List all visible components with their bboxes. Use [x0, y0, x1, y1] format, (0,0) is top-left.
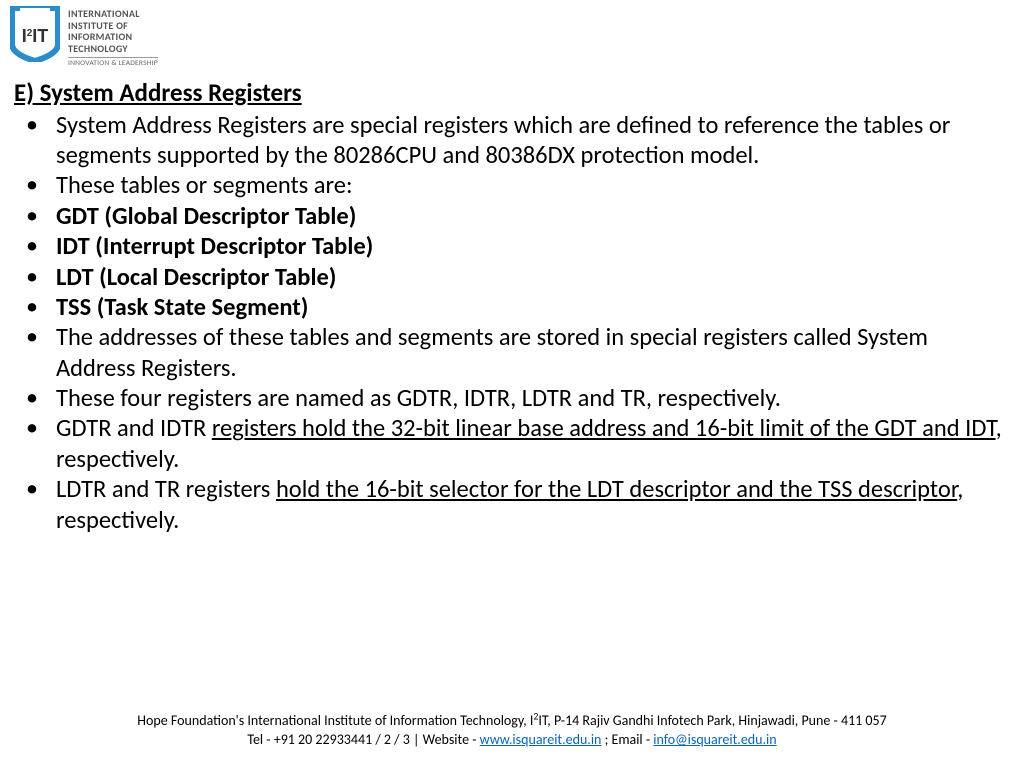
bullet-item: These tables or segments are: — [14, 170, 1010, 200]
bullet-item: The addresses of these tables and segmen… — [14, 322, 1010, 383]
logo-text: INTERNATIONAL INSTITUTE OF INFORMATION T… — [68, 6, 158, 69]
section-heading: E) System Address Registers — [14, 77, 1010, 108]
email-link[interactable]: info@isquareit.edu.in — [653, 731, 776, 748]
website-link[interactable]: www.isquareit.edu.in — [480, 731, 602, 748]
logo-line4: TECHNOLOGY — [68, 43, 158, 55]
logo-line1: INTERNATIONAL — [68, 8, 158, 20]
bullet-item: LDTR and TR registers hold the 16-bit se… — [14, 474, 1010, 535]
logo-tagline: INNOVATION & LEADERSHIP — [68, 57, 158, 69]
logo-line3: INFORMATION — [68, 31, 158, 43]
bullet-item: These four registers are named as GDTR, … — [14, 383, 1010, 413]
logo-shield-icon: I2IT — [10, 6, 60, 62]
svg-text:I2IT: I2IT — [22, 26, 49, 46]
logo-header: I2IT INTERNATIONAL INSTITUTE OF INFORMAT… — [0, 0, 1024, 73]
bullet-item: IDT (Interrupt Descriptor Table) — [14, 231, 1010, 261]
bullet-item: GDT (Global Descriptor Table) — [14, 201, 1010, 231]
slide-footer: Hope Foundation's International Institut… — [0, 712, 1024, 750]
footer-contact: Tel - +91 20 22933441 / 2 / 3 | Website … — [0, 731, 1024, 750]
bullet-item: TSS (Task State Segment) — [14, 292, 1010, 322]
bullet-item: System Address Registers are special reg… — [14, 110, 1010, 171]
bullet-list: System Address Registers are special reg… — [14, 110, 1010, 535]
footer-address: Hope Foundation's International Institut… — [0, 712, 1024, 731]
bullet-item: GDTR and IDTR registers hold the 32-bit … — [14, 413, 1010, 474]
bullet-item: LDT (Local Descriptor Table) — [14, 262, 1010, 292]
slide-content: E) System Address Registers System Addre… — [0, 73, 1024, 535]
